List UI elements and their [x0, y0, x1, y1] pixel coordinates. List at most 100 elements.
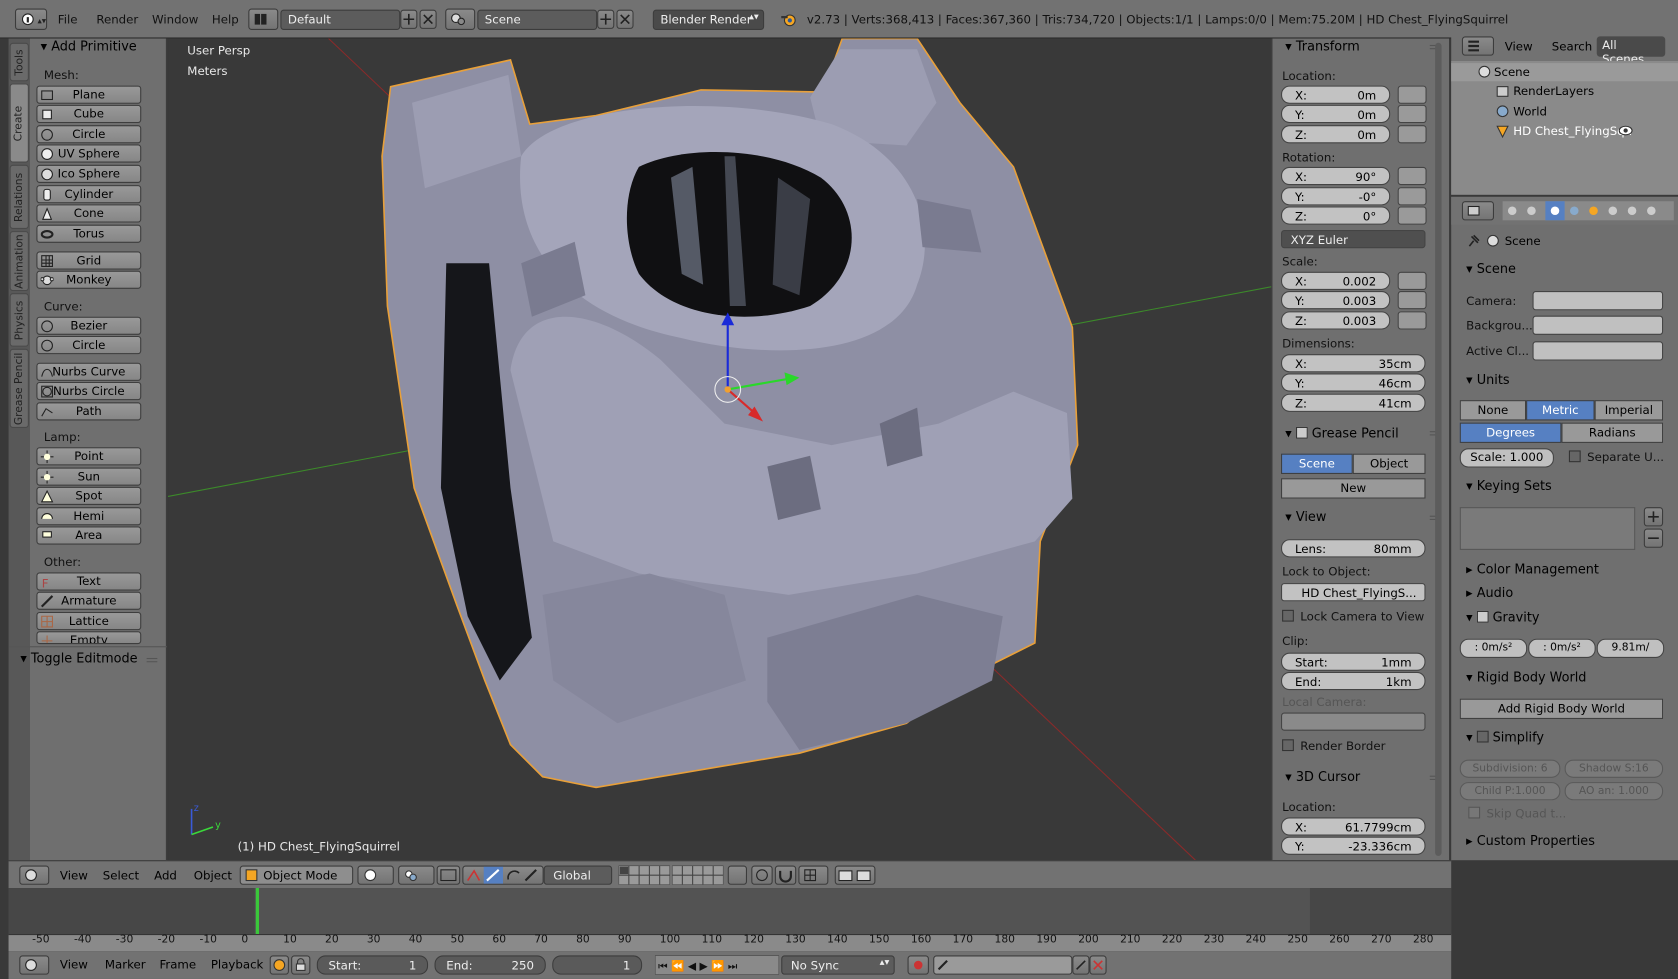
lock-rotation-x-button[interactable]: [1397, 166, 1427, 186]
lock-rotation-z-button[interactable]: [1397, 206, 1427, 225]
unit-imperial-toggle[interactable]: Imperial: [1594, 400, 1664, 421]
rotation-mode-dropdown[interactable]: XYZ Euler: [1281, 230, 1426, 249]
snap-element-dropdown[interactable]: [798, 865, 829, 885]
cursor-x-field[interactable]: X: 61.7799cm: [1281, 817, 1426, 836]
add-nurbs-circle-button[interactable]: Nurbs Circle: [36, 381, 142, 401]
menu-view[interactable]: View: [60, 869, 88, 883]
audio-panel-header[interactable]: ▸ Audio: [1466, 585, 1513, 600]
lock-location-z-button[interactable]: [1397, 125, 1427, 144]
lock-range-button[interactable]: [291, 955, 311, 975]
auto-keyframe-button[interactable]: [907, 955, 929, 975]
outliner-display-mode-dropdown[interactable]: All Scenes: [1596, 36, 1666, 66]
keying-sets-list[interactable]: [1459, 507, 1636, 550]
grease-pencil-checkbox[interactable]: [1295, 426, 1308, 439]
simplify-checkbox[interactable]: [1476, 730, 1489, 743]
tab-physics[interactable]: Physics: [9, 293, 29, 347]
scene-name-field[interactable]: Scene: [477, 9, 598, 30]
add-ico-sphere-button[interactable]: Ico Sphere: [36, 164, 142, 183]
add-spot-lamp-button[interactable]: Spot: [36, 486, 142, 505]
view-header[interactable]: ▾ View: [1285, 509, 1326, 524]
gravity-y-field[interactable]: : 0m/s²: [1528, 638, 1596, 658]
eye-icon[interactable]: [1618, 125, 1633, 137]
add-armature-button[interactable]: Armature: [36, 591, 142, 610]
active-clip-field[interactable]: [1532, 341, 1664, 361]
clip-start-field[interactable]: Start: 1mm: [1281, 652, 1426, 671]
menu-select[interactable]: Select: [103, 869, 139, 883]
add-sun-lamp-button[interactable]: Sun: [36, 467, 142, 486]
gp-object-toggle[interactable]: Object: [1352, 453, 1426, 474]
timeline-area[interactable]: [8, 888, 1452, 952]
pivot-point-dropdown[interactable]: [398, 865, 435, 885]
tab-animation[interactable]: Animation: [9, 231, 29, 292]
lens-field[interactable]: Lens: 80mm: [1281, 539, 1426, 558]
end-frame-field[interactable]: End: 250: [434, 955, 546, 975]
lock-object-field[interactable]: HD Chest_FlyingS...: [1281, 583, 1426, 602]
add-curve-circle-button[interactable]: Circle: [36, 335, 142, 355]
add-point-lamp-button[interactable]: Point: [36, 447, 142, 466]
manipulator-toggle[interactable]: [436, 865, 461, 885]
simplify-ao-field[interactable]: AO an: 1.000: [1564, 782, 1664, 801]
location-y-field[interactable]: Y: 0m: [1281, 104, 1391, 124]
tab-tools[interactable]: Tools: [9, 42, 29, 82]
menu-object[interactable]: Object: [194, 869, 232, 883]
add-keying-set-button[interactable]: [1643, 507, 1664, 527]
color-management-panel-header[interactable]: ▸ Color Management: [1466, 562, 1599, 577]
add-cone-button[interactable]: Cone: [36, 204, 142, 223]
tab-grease-pencil[interactable]: Grease Pencil: [9, 348, 29, 428]
add-nurbs-curve-button[interactable]: Nurbs Curve: [36, 362, 142, 381]
tree-row-object[interactable]: HD Chest_FlyingSqu: [1451, 122, 1678, 140]
add-bezier-button[interactable]: Bezier: [36, 316, 142, 335]
lock-scale-z-button[interactable]: [1397, 311, 1427, 330]
snap-toggle-button[interactable]: [774, 865, 797, 885]
simplify-panel-header[interactable]: ▾ Simplify: [1466, 730, 1544, 745]
skip-quad-checkbox-row[interactable]: Skip Quad t...: [1468, 806, 1566, 821]
layers-group-1[interactable]: [618, 865, 670, 885]
simplify-shadow-field[interactable]: Shadow S:16: [1564, 759, 1664, 778]
units-panel-header[interactable]: ▾ Units: [1466, 372, 1509, 387]
toggle-editmode-header[interactable]: ▾ Toggle Editmode: [20, 650, 137, 665]
scale-z-field[interactable]: Z: 0.003: [1281, 311, 1391, 330]
rotation-z-field[interactable]: Z: 0°: [1281, 206, 1391, 225]
menu-marker[interactable]: Marker: [105, 958, 146, 972]
outliner-menu-view[interactable]: View: [1505, 40, 1533, 54]
keying-set-field[interactable]: [933, 955, 1073, 975]
lock-location-x-button[interactable]: [1397, 85, 1427, 104]
menu-window[interactable]: Window: [152, 13, 198, 27]
local-camera-field[interactable]: [1281, 712, 1426, 731]
menu-help[interactable]: Help: [212, 13, 239, 27]
separate-units-checkbox[interactable]: [1568, 450, 1581, 463]
layers-group-2[interactable]: [672, 865, 724, 885]
rigid-body-world-panel-header[interactable]: ▾ Rigid Body World: [1466, 670, 1586, 685]
properties-editor-type-button[interactable]: [1461, 201, 1494, 221]
lock-camera-checkbox-row[interactable]: Lock Camera to View: [1282, 609, 1424, 624]
start-frame-field[interactable]: Start: 1: [316, 955, 429, 975]
tab-create[interactable]: Create: [9, 83, 29, 163]
gravity-panel-header[interactable]: ▾ Gravity: [1466, 610, 1539, 625]
menu-file[interactable]: File: [58, 13, 78, 27]
preview-range-button[interactable]: [269, 955, 289, 975]
add-torus-button[interactable]: Torus: [36, 224, 142, 243]
add-rigid-body-world-button[interactable]: Add Rigid Body World: [1459, 698, 1664, 719]
rotation-y-field[interactable]: Y: -0°: [1281, 187, 1391, 206]
add-path-button[interactable]: Path: [36, 402, 142, 421]
location-x-field[interactable]: X: 0m: [1281, 85, 1391, 104]
scale-y-field[interactable]: Y: 0.003: [1281, 291, 1391, 310]
3d-viewport[interactable]: z y User Persp Meters (1) HD Chest_Flyin…: [168, 38, 1272, 861]
render-border-checkbox[interactable]: [1282, 739, 1294, 752]
tree-row-renderlayers[interactable]: RenderLayers: [1451, 82, 1678, 100]
npanel-scrollbar[interactable]: [1435, 42, 1442, 856]
simplify-child-field[interactable]: Child P:1.000: [1459, 782, 1561, 801]
outliner-editor-type-button[interactable]: [1461, 36, 1494, 56]
viewport-editor-type-button[interactable]: [19, 865, 50, 885]
menu-playback[interactable]: Playback: [211, 958, 264, 972]
timeline-ruler[interactable]: [8, 934, 1452, 952]
dimension-z-field[interactable]: Z: 41cm: [1281, 393, 1426, 412]
gravity-z-field[interactable]: 9.81m/: [1596, 638, 1665, 658]
layer-lock-button[interactable]: [727, 865, 747, 885]
add-lattice-button[interactable]: Lattice: [36, 611, 142, 631]
remove-scene-button[interactable]: [616, 9, 634, 29]
separate-units-checkbox-row[interactable]: Separate U...: [1568, 450, 1664, 464]
pin-icon[interactable]: [1466, 233, 1481, 248]
insert-keyframe-button[interactable]: [1072, 955, 1090, 975]
editor-type-button[interactable]: ▴▾: [14, 8, 48, 30]
